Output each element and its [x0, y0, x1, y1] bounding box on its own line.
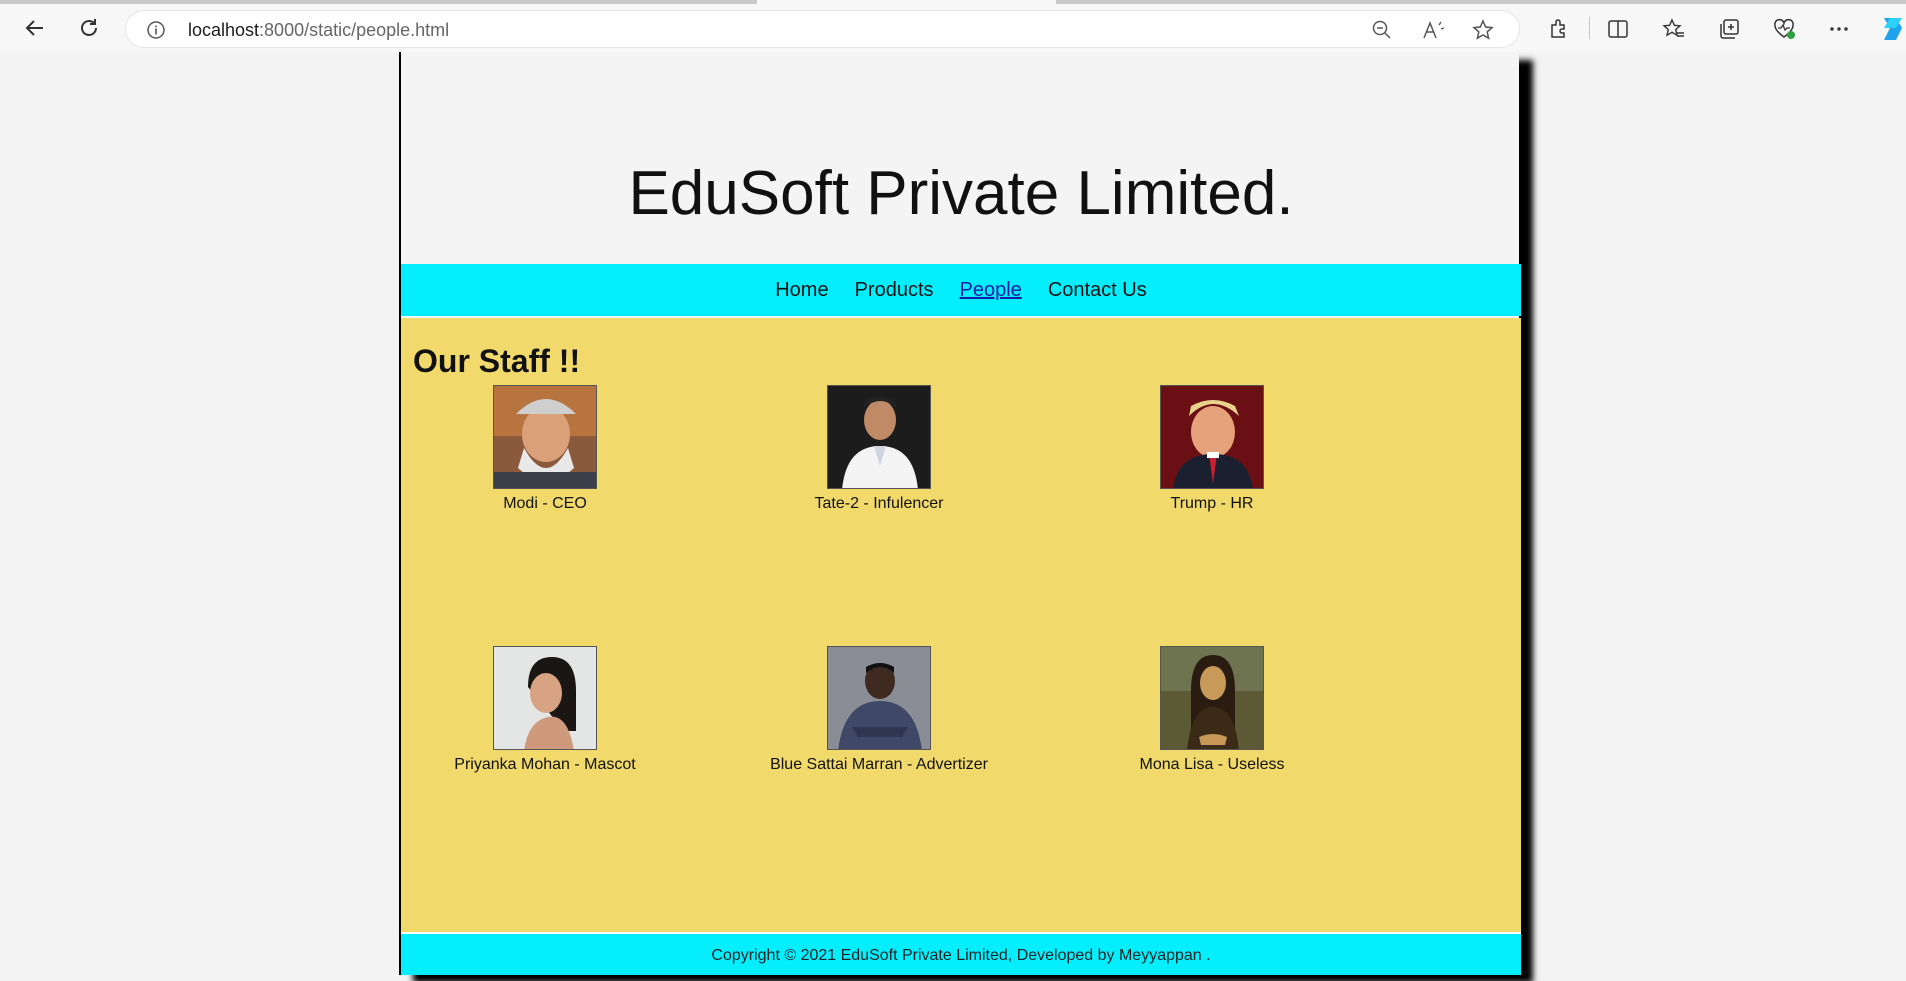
staff-card: Priyanka Mohan - Mascot [405, 646, 685, 774]
staff-photo-modi [493, 385, 597, 489]
info-icon[interactable] [146, 20, 166, 45]
staff-card: Blue Sattai Marran - Advertizer [739, 646, 1019, 774]
tab-indicator [1056, 0, 1906, 4]
staff-caption: Modi - CEO [503, 495, 587, 512]
page-viewport: EduSoft Private Limited. Home Products P… [4, 52, 1906, 981]
browser-essentials-icon [1774, 18, 1795, 39]
nav-people-link[interactable]: People [960, 279, 1022, 302]
site-container: EduSoft Private Limited. Home Products P… [399, 52, 1521, 975]
extensions-button[interactable] [1542, 12, 1576, 46]
nav-home-link[interactable]: Home [775, 279, 828, 302]
site-title: EduSoft Private Limited. [628, 159, 1294, 228]
favorites-icon [1663, 18, 1684, 37]
read-aloud-icon[interactable] [1421, 19, 1445, 46]
browser-essentials-button[interactable] [1767, 12, 1801, 46]
split-screen-icon [1608, 20, 1628, 38]
staff-card: Modi - CEO [405, 385, 685, 513]
staff-photo-blue-sattai [827, 646, 931, 750]
staff-photo-priyanka [493, 646, 597, 750]
browser-toolbar: localhost:8000/static/people.html [0, 0, 1906, 52]
staff-card: Tate-2 - Infulencer [739, 385, 1019, 513]
tab-indicator [0, 0, 757, 4]
favorite-star-icon[interactable] [1472, 19, 1494, 46]
staff-section: Our Staff !! Modi - CEO Tate-2 - Infulen… [401, 318, 1521, 932]
more-button[interactable] [1822, 12, 1856, 46]
staff-card: Mona Lisa - Useless [1072, 646, 1352, 774]
site-footer: Copyright © 2021 EduSoft Private Limited… [401, 932, 1521, 975]
staff-caption: Blue Sattai Marran - Advertizer [770, 756, 988, 773]
url-path: :8000/static/people.html [259, 20, 450, 40]
staff-card: Trump - HR [1072, 385, 1352, 513]
staff-caption: Tate-2 - Infulencer [814, 495, 944, 512]
back-button[interactable] [17, 10, 53, 46]
nav-products-link[interactable]: Products [855, 279, 934, 302]
extensions-icon [1551, 19, 1565, 38]
collections-button[interactable] [1712, 12, 1746, 46]
nav-contact-link[interactable]: Contact Us [1048, 279, 1147, 302]
url-host: localhost [188, 20, 260, 40]
back-icon [25, 20, 43, 36]
collections-icon [1720, 19, 1739, 39]
staff-caption: Priyanka Mohan - Mascot [454, 756, 636, 773]
refresh-button[interactable] [71, 10, 107, 46]
copilot-icon [1884, 18, 1902, 40]
favorites-button[interactable] [1657, 12, 1691, 46]
copilot-button[interactable] [1876, 12, 1906, 46]
address-bar[interactable]: localhost:8000/static/people.html [125, 10, 1520, 48]
staff-caption: Mona Lisa - Useless [1139, 756, 1285, 773]
toolbar-divider [1589, 17, 1590, 39]
staff-heading: Our Staff !! [413, 343, 581, 379]
more-icon [1830, 27, 1848, 31]
zoom-out-icon[interactable] [1371, 19, 1393, 46]
staff-photo-mona-lisa [1160, 646, 1264, 750]
staff-photo-tate [827, 385, 931, 489]
staff-caption: Trump - HR [1170, 495, 1254, 512]
main-navbar: Home Products People Contact Us [401, 264, 1521, 316]
url-text[interactable]: localhost:8000/static/people.html [188, 20, 449, 41]
refresh-icon [81, 19, 97, 36]
split-screen-button[interactable] [1601, 12, 1635, 46]
staff-photo-trump [1160, 385, 1264, 489]
